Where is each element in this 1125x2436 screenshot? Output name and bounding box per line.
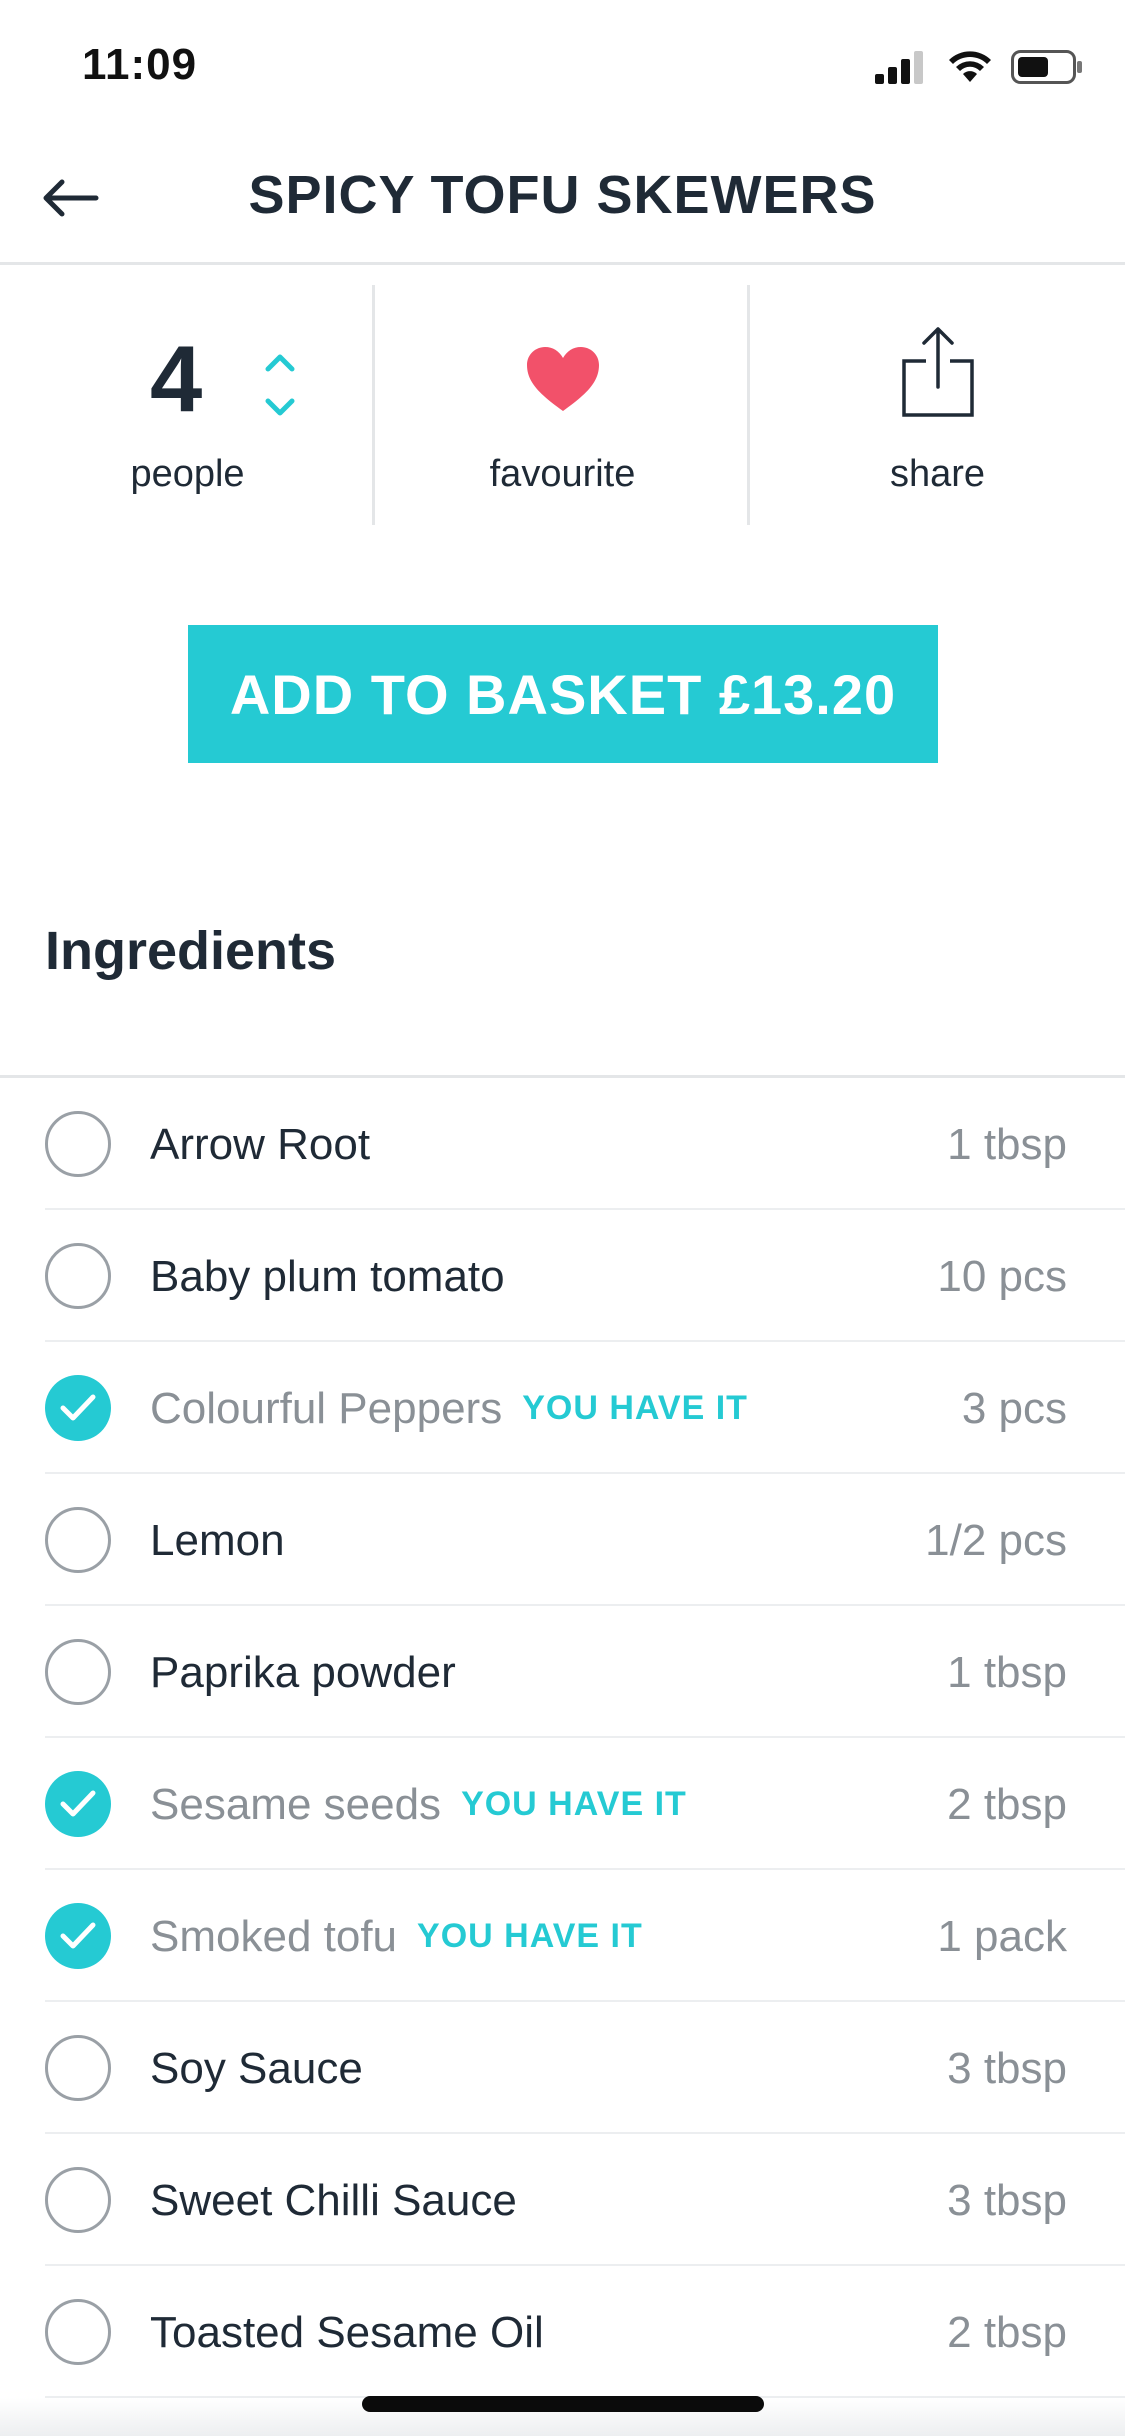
heart-icon bbox=[526, 347, 599, 411]
home-indicator[interactable] bbox=[362, 2396, 764, 2412]
cellular-signal-icon bbox=[875, 51, 923, 84]
people-label: people bbox=[130, 453, 245, 495]
ingredient-name: Colourful Peppers YOU HAVE IT bbox=[150, 1384, 748, 1434]
ingredient-name: Paprika powder bbox=[150, 1648, 456, 1698]
status-icons bbox=[875, 50, 1083, 84]
ingredient-row[interactable]: Soy Sauce 3 tbsp bbox=[0, 2002, 1125, 2134]
check-icon bbox=[60, 1394, 96, 1421]
check-icon bbox=[60, 1790, 96, 1817]
ingredient-name-text: Arrow Root bbox=[150, 1120, 371, 1169]
ingredient-name-text: Colourful Peppers bbox=[150, 1384, 503, 1433]
people-stepper[interactable] bbox=[260, 345, 300, 425]
ingredient-name-text: Baby plum tomato bbox=[150, 1252, 505, 1301]
status-bar: 11:09 bbox=[0, 0, 1125, 132]
ingredient-checkbox[interactable] bbox=[45, 2299, 111, 2365]
you-have-it-badge: YOU HAVE IT bbox=[522, 1389, 748, 1427]
ingredient-checkbox[interactable] bbox=[45, 1375, 111, 1441]
ingredient-name: Toasted Sesame Oil bbox=[150, 2308, 544, 2358]
ingredient-name-text: Toasted Sesame Oil bbox=[150, 2308, 544, 2357]
ingredient-name: Smoked tofu YOU HAVE IT bbox=[150, 1912, 643, 1962]
ingredient-name-text: Sesame seeds bbox=[150, 1780, 442, 1829]
ingredient-name-text: Lemon bbox=[150, 1516, 285, 1565]
ingredient-list: Arrow Root 1 tbsp Baby plum tomato 10 pc… bbox=[0, 1078, 1125, 2398]
ingredient-name-text: Paprika powder bbox=[150, 1648, 456, 1697]
ingredient-row[interactable]: Paprika powder 1 tbsp bbox=[0, 1606, 1125, 1738]
favourite-label: favourite bbox=[489, 453, 636, 495]
people-count: 4 bbox=[150, 326, 203, 431]
favourite-button[interactable]: favourite bbox=[375, 265, 750, 525]
ingredient-row[interactable]: Lemon 1/2 pcs bbox=[0, 1474, 1125, 1606]
ingredient-row[interactable]: Sweet Chilli Sauce 3 tbsp bbox=[0, 2134, 1125, 2266]
battery-icon bbox=[1011, 50, 1082, 84]
ingredient-name: Baby plum tomato bbox=[150, 1252, 505, 1302]
ingredient-quantity: 1 tbsp bbox=[947, 1120, 1067, 1169]
ingredient-quantity: 3 tbsp bbox=[947, 2044, 1067, 2093]
ingredient-checkbox[interactable] bbox=[45, 1639, 111, 1705]
ingredient-checkbox[interactable] bbox=[45, 1771, 111, 1837]
ingredient-quantity: 1/2 pcs bbox=[925, 1516, 1067, 1565]
ingredient-name: Sweet Chilli Sauce bbox=[150, 2176, 517, 2226]
status-time: 11:09 bbox=[82, 40, 198, 89]
ingredient-checkbox[interactable] bbox=[45, 2167, 111, 2233]
ingredient-name: Sesame seeds YOU HAVE IT bbox=[150, 1780, 687, 1830]
nav-bar: SPICY TOFU SKEWERS bbox=[0, 132, 1125, 265]
ingredient-checkbox[interactable] bbox=[45, 2035, 111, 2101]
ingredient-row[interactable]: Baby plum tomato 10 pcs bbox=[0, 1210, 1125, 1342]
ingredient-quantity: 2 tbsp bbox=[947, 2308, 1067, 2357]
recipe-actions: 4 people favourite share bbox=[0, 265, 1125, 525]
ingredient-name: Soy Sauce bbox=[150, 2044, 363, 2094]
ingredient-name-text: Sweet Chilli Sauce bbox=[150, 2176, 517, 2225]
ingredient-quantity: 3 pcs bbox=[961, 1384, 1067, 1433]
ingredients-title: Ingredients bbox=[45, 921, 337, 981]
ingredient-checkbox[interactable] bbox=[45, 1507, 111, 1573]
ingredient-row[interactable]: Smoked tofu YOU HAVE IT 1 pack bbox=[0, 1870, 1125, 2002]
ingredient-quantity: 10 pcs bbox=[937, 1252, 1067, 1301]
add-to-basket-button[interactable]: ADD TO BASKET £13.20 bbox=[188, 625, 938, 763]
share-button[interactable]: share bbox=[750, 265, 1125, 525]
ingredient-row[interactable]: Colourful Peppers YOU HAVE IT 3 pcs bbox=[0, 1342, 1125, 1474]
chevron-up-down-icon bbox=[265, 354, 295, 416]
you-have-it-badge: YOU HAVE IT bbox=[417, 1917, 643, 1955]
wifi-icon bbox=[949, 51, 991, 82]
ingredient-row[interactable]: Arrow Root 1 tbsp bbox=[0, 1078, 1125, 1210]
servings-control: 4 people bbox=[0, 265, 375, 525]
ingredient-name-text: Soy Sauce bbox=[150, 2044, 363, 2093]
you-have-it-badge: YOU HAVE IT bbox=[461, 1785, 687, 1823]
ingredient-name: Lemon bbox=[150, 1516, 285, 1566]
ingredient-row[interactable]: Sesame seeds YOU HAVE IT 2 tbsp bbox=[0, 1738, 1125, 1870]
ingredient-name-text: Smoked tofu bbox=[150, 1912, 398, 1961]
share-label: share bbox=[889, 453, 986, 495]
ingredient-quantity: 2 tbsp bbox=[947, 1780, 1067, 1829]
ingredient-checkbox[interactable] bbox=[45, 1243, 111, 1309]
page-title: SPICY TOFU SKEWERS bbox=[248, 165, 877, 225]
ingredient-row[interactable]: Toasted Sesame Oil 2 tbsp bbox=[0, 2266, 1125, 2398]
ingredient-name: Arrow Root bbox=[150, 1120, 370, 1170]
ingredient-checkbox[interactable] bbox=[45, 1903, 111, 1969]
ingredient-quantity: 1 pack bbox=[937, 1912, 1067, 1961]
share-icon bbox=[901, 327, 974, 417]
ingredient-quantity: 3 tbsp bbox=[947, 2176, 1067, 2225]
ingredient-quantity: 1 tbsp bbox=[947, 1648, 1067, 1697]
check-icon bbox=[60, 1922, 96, 1949]
ingredient-checkbox[interactable] bbox=[45, 1111, 111, 1177]
